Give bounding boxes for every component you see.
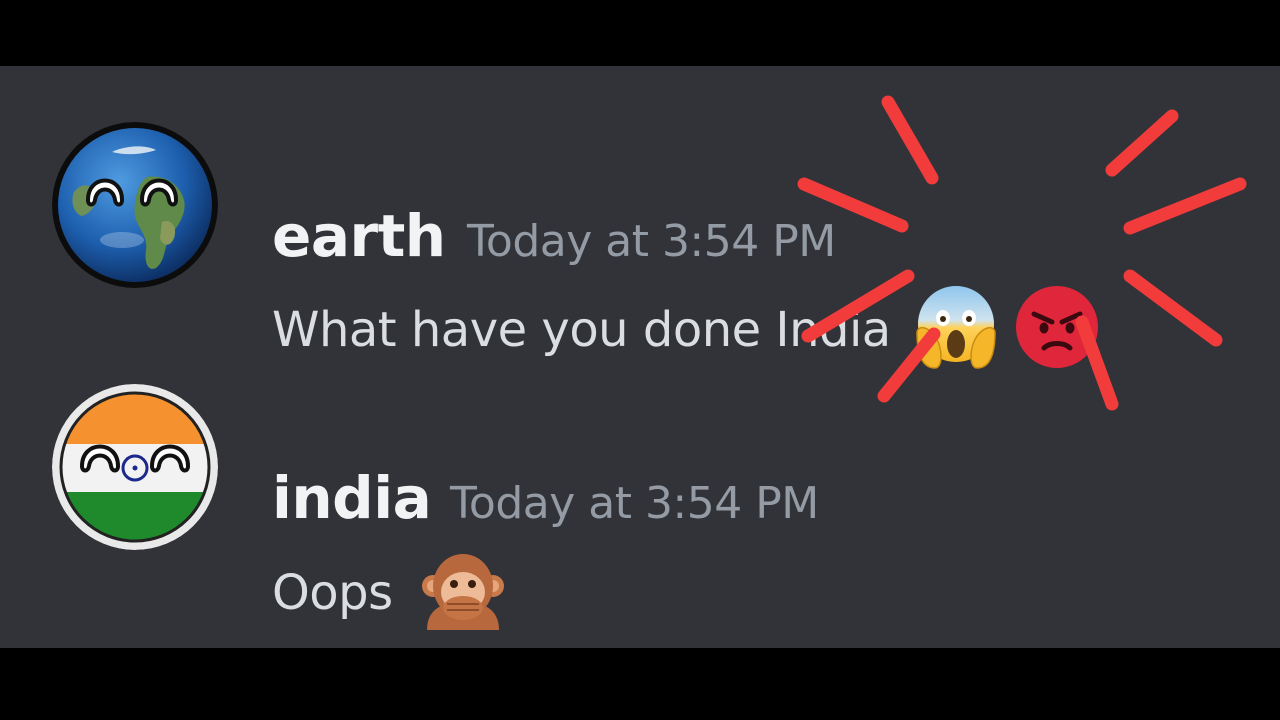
timestamp: Today at 3:54 PM [467,216,836,267]
username[interactable]: india [272,464,432,532]
india-ball-icon [52,384,218,550]
message-text: What have you done India [272,302,891,358]
pouting-face-icon[interactable] [1014,284,1100,382]
avatar-earth[interactable] [52,122,218,288]
avatar-india[interactable] [52,384,218,550]
letterbox-top [0,0,1280,66]
message-content: Oops [272,546,507,646]
chat-message-list[interactable]: earth Today at 3:54 PM What have you don… [0,66,1280,648]
earth-ball-icon [52,122,218,288]
message-content: What have you done India [272,284,1100,382]
username[interactable]: earth [272,202,446,270]
letterbox-bottom [0,648,1280,720]
face-screaming-in-fear-icon[interactable] [913,284,999,382]
message-text: Oops [272,565,393,621]
timestamp: Today at 3:54 PM [450,478,819,529]
speak-no-evil-monkey-icon[interactable] [419,546,507,646]
